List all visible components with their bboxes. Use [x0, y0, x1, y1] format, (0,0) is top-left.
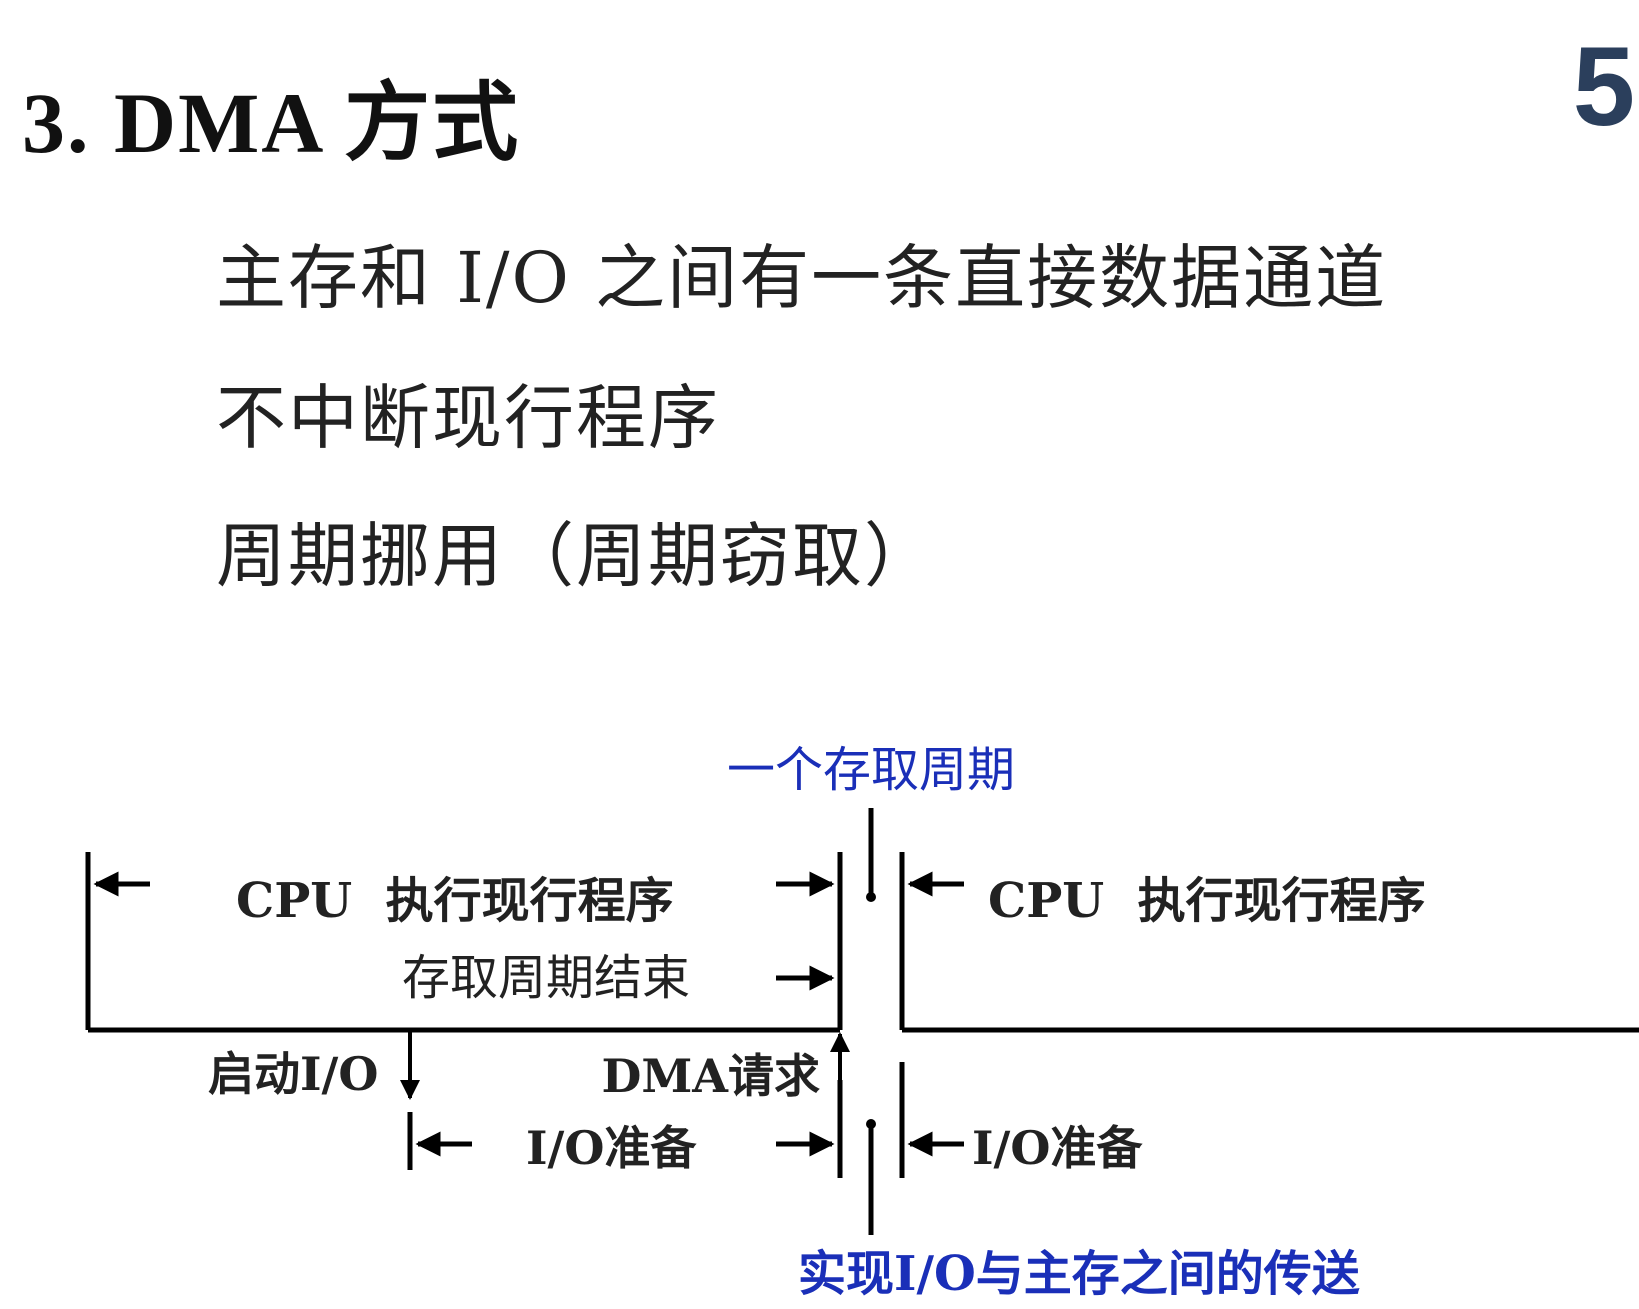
transfer-marker: [866, 1119, 876, 1235]
access-cycle-label: 一个存取周期: [727, 742, 1015, 798]
dma-request-label: DMA请求: [602, 1049, 821, 1103]
transfer-label: 实现I/O与主存之间的传送: [798, 1246, 1360, 1302]
access-cycle-marker: [866, 808, 876, 902]
io-prep-right-label: I/O准备: [972, 1121, 1143, 1175]
cpu-exec-left-label: CPU 执行现行程序: [236, 873, 674, 929]
dma-timing-diagram: 一个存取周期 CPU 执行现行程序 CPU 执行现行程序 存取周期结束 启动I/…: [85, 742, 1639, 1302]
start-io-label: 启动I/O: [208, 1047, 378, 1101]
slide: 3. DMA 方式 5 主存和 I/O 之间有一条直接数据通道 不中断现行程序 …: [0, 0, 1639, 1309]
access-cycle-end-label: 存取周期结束: [402, 950, 690, 1006]
io-prep-left-label: I/O准备: [526, 1121, 697, 1175]
cpu-exec-right-label: CPU 执行现行程序: [988, 873, 1426, 929]
